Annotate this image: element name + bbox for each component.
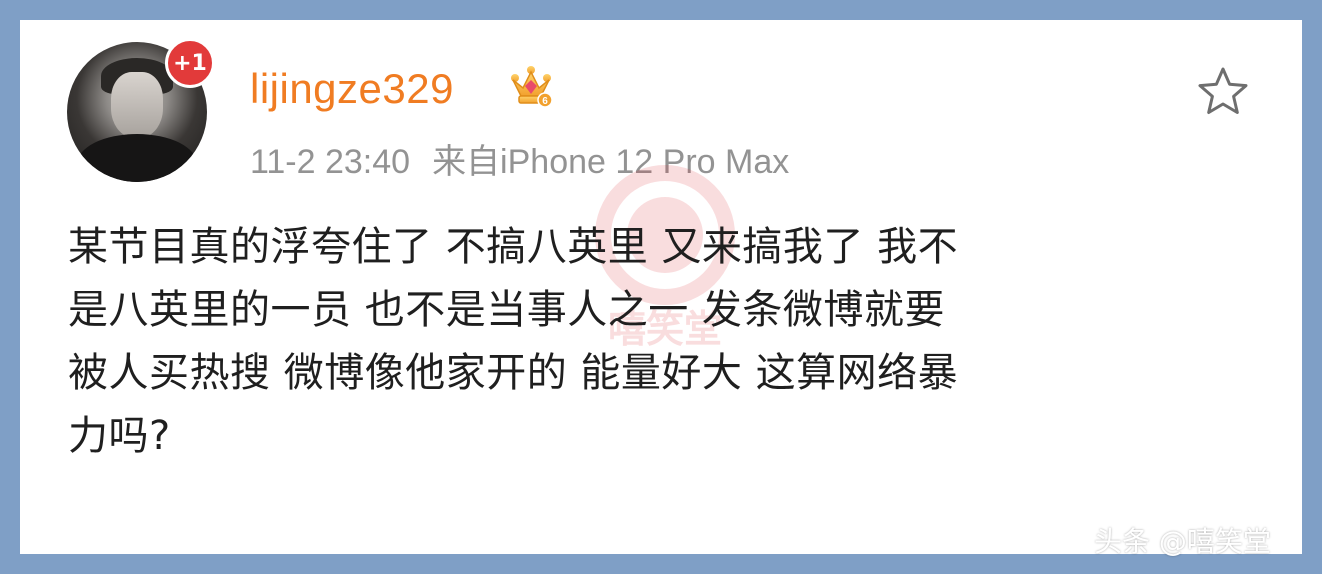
- post-content-line: 被人买热搜 微博像他家开的 能量好大 这算网络暴: [68, 350, 959, 396]
- screenshot-frame: +1 lijingze329 6 11-2 23:40 来自iPhone 12 P…: [0, 0, 1322, 574]
- username[interactable]: lijingze329: [250, 65, 454, 113]
- weibo-post-card: +1 lijingze329 6 11-2 23:40 来自iPhone 12 P…: [20, 20, 1302, 554]
- post-content-line: 某节目真的浮夸住了 不搞八英里 又来搞我了 我不: [68, 224, 959, 270]
- footer-watermark: 头条 @嘻笑堂: [1094, 525, 1271, 558]
- crown-icon: 6: [511, 66, 553, 108]
- avatar-face: [111, 72, 163, 138]
- post-content: 某节目真的浮夸住了 不搞八英里 又来搞我了 我不 是八英里的一员 也不是当事人之…: [68, 216, 1258, 468]
- star-outline-icon[interactable]: [1195, 64, 1251, 120]
- post-content-line: 力吗?: [68, 413, 171, 459]
- vip-level: 6: [542, 96, 548, 107]
- notification-badge: +1: [165, 38, 215, 88]
- post-content-line: 是八英里的一员 也不是当事人之一 发条微博就要: [68, 287, 945, 333]
- post-timestamp: 11-2 23:40: [250, 143, 411, 181]
- avatar-body: [77, 134, 197, 182]
